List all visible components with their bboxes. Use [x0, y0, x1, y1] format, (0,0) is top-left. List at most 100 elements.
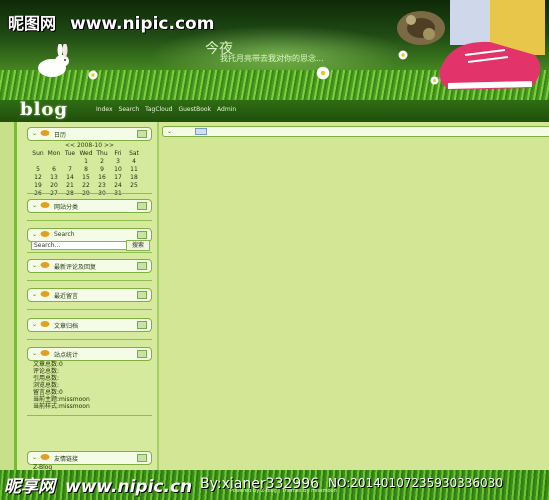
daisy-icon: [398, 50, 408, 60]
calendar-day: 11: [130, 165, 138, 173]
nav-bar: [0, 100, 549, 122]
widget-title: 文章归档: [54, 323, 79, 330]
rabbit-icon: [38, 44, 69, 77]
calendar-day: 18: [130, 173, 138, 181]
widget-footer-line: [27, 245, 152, 253]
leaf-icon: [40, 291, 50, 297]
widget-title: 日历: [54, 132, 67, 139]
watermark-author: By:xianer332996: [200, 476, 320, 492]
leaf-icon: [40, 202, 50, 208]
leaf-icon: [40, 231, 50, 237]
chevron-down-icon[interactable]: ⌄: [32, 130, 37, 137]
panel-toggle-icon[interactable]: [195, 128, 207, 135]
nav-tagcloud[interactable]: TagCloud: [145, 106, 172, 113]
widget-stats: ⌄ 站点统计: [27, 347, 152, 361]
calendar-day: [30, 157, 46, 165]
chevron-down-icon[interactable]: ⌄: [167, 128, 172, 135]
chevron-down-icon[interactable]: ⌄: [32, 291, 37, 298]
widget-toggle-icon[interactable]: [137, 454, 147, 462]
chevron-down-icon[interactable]: ⌄: [32, 231, 37, 238]
widget-header: ⌄ 网站分类: [27, 199, 152, 213]
weekday-label: Thu: [96, 149, 108, 157]
main-nav: Index Search TagCloud GuestBook Admin: [96, 106, 236, 113]
watermark-number: NO:20140107235930336030: [328, 476, 503, 490]
weekday-label: Mon: [47, 149, 61, 157]
stat-views: 浏览总数:: [33, 382, 60, 389]
stat-comments: 评论总数:: [33, 368, 60, 375]
weekday-label: Sun: [32, 149, 44, 157]
calendar-day: 2: [100, 157, 104, 165]
calendar-day: 3: [116, 157, 120, 165]
leaf-icon: [40, 130, 50, 136]
nav-guestbook[interactable]: GuestBook: [178, 106, 211, 113]
chevron-down-icon[interactable]: ⌄: [32, 262, 37, 269]
chevron-down-icon[interactable]: ⌄: [32, 350, 37, 357]
widget-header: ⌄ 友情链接: [27, 451, 152, 465]
daisy-icon: [430, 76, 439, 85]
widget-toggle-icon[interactable]: [137, 321, 147, 329]
calendar-day: 9: [100, 165, 104, 173]
widget-toggle-icon[interactable]: [137, 291, 147, 299]
calendar-day: [46, 157, 62, 165]
chevron-down-icon[interactable]: ⌄: [32, 321, 37, 328]
widget-toggle-icon[interactable]: [137, 350, 147, 358]
nav-admin[interactable]: Admin: [217, 106, 236, 113]
nav-search[interactable]: Search: [119, 106, 140, 113]
sidebar-footer: Z-Blog: [33, 464, 53, 471]
widget-archives: ⌄ 文章归档: [27, 318, 152, 340]
widget-recent-messages: ⌄ 最近留言: [27, 288, 152, 310]
widget-toggle-icon[interactable]: [137, 262, 147, 270]
widget-links: ⌄ 友情链接: [27, 451, 152, 465]
slogan-subtitle: 我托月亮带去我对你的思念...: [220, 54, 324, 63]
nav-index[interactable]: Index: [96, 106, 113, 113]
calendar-day: 15: [82, 173, 90, 181]
widget-header: ⌄ 日历: [27, 127, 152, 141]
widget-categories: ⌄ 网站分类: [27, 199, 152, 221]
shoe-icon: [439, 0, 545, 90]
chevron-down-icon[interactable]: ⌄: [32, 454, 37, 461]
leaf-icon: [40, 454, 50, 460]
weekday-label: Fri: [114, 149, 122, 157]
widget-calendar: ⌄ 日历: [27, 127, 152, 141]
calendar-title[interactable]: << 2008-10 >>: [27, 142, 152, 149]
stat-theme: 当前主题:missmoon: [33, 396, 90, 403]
leaf-icon: [40, 262, 50, 268]
stat-trackbacks: 引用总数:: [33, 375, 60, 382]
calendar-day: 7: [68, 165, 72, 173]
widget-toggle-icon[interactable]: [137, 202, 147, 210]
widget-title: 友情链接: [54, 456, 79, 463]
watermark-bottom: 昵享网 www.nipic.cn: [4, 477, 193, 497]
widget-title: 最新评论及回复: [54, 264, 97, 271]
main-content-panel: ⌄: [162, 126, 549, 137]
watermark-top: 昵图网 www.nipic.com: [8, 14, 215, 34]
calendar-day: 13: [50, 173, 58, 181]
widget-title: Search: [54, 231, 75, 238]
widget-footer-line: [27, 408, 152, 416]
weekday-label: Sat: [129, 149, 139, 157]
stats-list: 文章总数:0 评论总数: 引用总数: 浏览总数: 留言总数:0 当前主题:mis…: [33, 361, 90, 410]
widget-toggle-icon[interactable]: [137, 130, 147, 138]
widget-title: 站点统计: [54, 352, 79, 359]
widget-title: 网站分类: [54, 204, 79, 211]
widget-header: ⌄ 最近留言: [27, 288, 152, 302]
daisy-icon: [316, 66, 330, 80]
calendar-day: 16: [98, 173, 106, 181]
weekday-label: Tue: [64, 149, 76, 157]
calendar-day: 12: [34, 173, 42, 181]
widget-header: ⌄ 文章归档: [27, 318, 152, 332]
blog-logo[interactable]: blog: [20, 99, 68, 120]
widget-toggle-icon[interactable]: [137, 231, 147, 239]
widget-title: 最近留言: [54, 293, 79, 300]
stat-messages: 留言总数:0: [33, 389, 63, 396]
calendar-day: 14: [66, 173, 74, 181]
calendar-day: 4: [132, 157, 136, 165]
widget-recent-comments: ⌄ 最新评论及回复: [27, 259, 152, 281]
calendar-day: 10: [114, 165, 122, 173]
calendar-day: 5: [36, 165, 40, 173]
calendar-day: 8: [84, 165, 88, 173]
leaf-icon: [40, 350, 50, 356]
chevron-down-icon[interactable]: ⌄: [32, 202, 37, 209]
weekday-label: Wed: [79, 149, 93, 157]
calendar-day: 1: [84, 157, 88, 165]
calendar-day: [62, 157, 78, 165]
